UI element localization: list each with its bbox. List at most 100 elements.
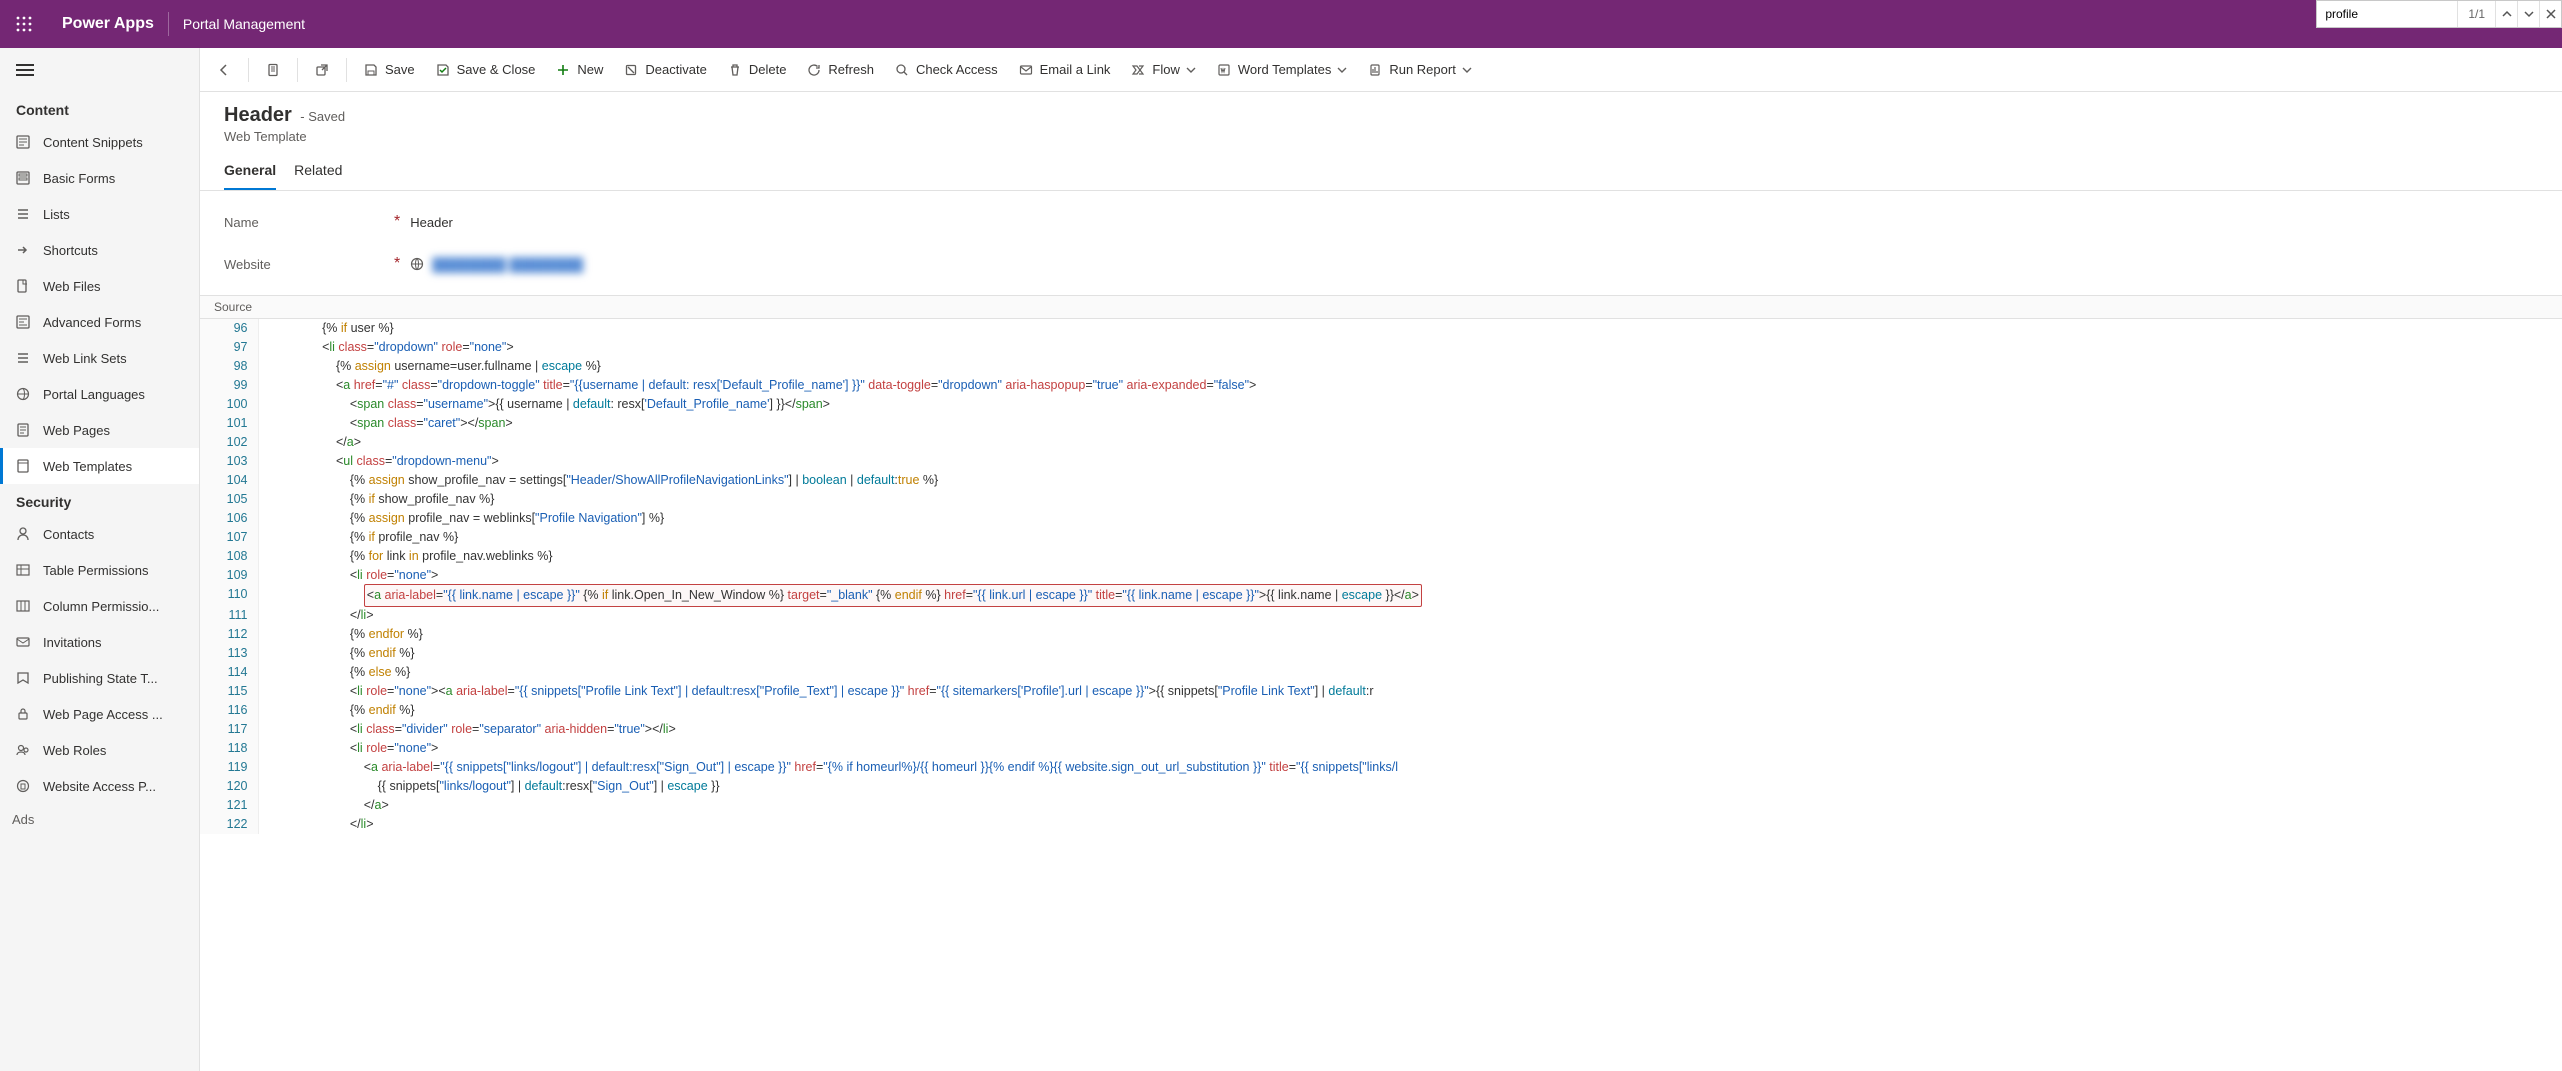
gutter-line-number[interactable]: 111 <box>200 606 258 625</box>
sidebar-item-web-templates[interactable]: Web Templates <box>0 448 199 484</box>
code-line[interactable]: {% for link in profile_nav.weblinks %} <box>258 547 2562 566</box>
delete-button[interactable]: Delete <box>719 54 795 86</box>
gutter-line-number[interactable]: 118 <box>200 739 258 758</box>
code-line[interactable]: {% assign username=user.fullname | escap… <box>258 357 2562 376</box>
code-line[interactable]: <a aria-label="{{ snippets["links/logout… <box>258 758 2562 777</box>
find-input[interactable] <box>2317 1 2457 27</box>
gutter-line-number[interactable]: 104 <box>200 471 258 490</box>
sidebar-item-basic-forms[interactable]: Basic Forms <box>0 160 199 196</box>
gutter-line-number[interactable]: 105 <box>200 490 258 509</box>
code-line[interactable]: {% if show_profile_nav %} <box>258 490 2562 509</box>
gutter-line-number[interactable]: 101 <box>200 414 258 433</box>
app-name[interactable]: Power Apps <box>48 15 168 33</box>
flow-button[interactable]: Flow <box>1122 54 1203 86</box>
code-line[interactable]: {% if profile_nav %} <box>258 528 2562 547</box>
tab-general[interactable]: General <box>224 156 276 190</box>
code-editor[interactable]: 96 {% if user %}97 <li class="dropdown" … <box>200 319 2562 1071</box>
open-new-window-button[interactable] <box>306 54 338 86</box>
gutter-line-number[interactable]: 100 <box>200 395 258 414</box>
code-line[interactable]: {% if user %} <box>258 319 2562 338</box>
open-record-set-button[interactable] <box>257 54 289 86</box>
gutter-line-number[interactable]: 113 <box>200 644 258 663</box>
code-line[interactable]: {% assign show_profile_nav = settings["H… <box>258 471 2562 490</box>
gutter-line-number[interactable]: 107 <box>200 528 258 547</box>
new-button[interactable]: New <box>547 54 611 86</box>
code-line[interactable]: <li class="divider" role="separator" ari… <box>258 720 2562 739</box>
run-report-button[interactable]: Run Report <box>1359 54 1479 86</box>
sidebar-item-table-permissions[interactable]: Table Permissions <box>0 552 199 588</box>
sidebar-item-web-pages[interactable]: Web Pages <box>0 412 199 448</box>
source-tab[interactable]: Source <box>200 295 2562 319</box>
code-line[interactable]: {% endif %} <box>258 701 2562 720</box>
gutter-line-number[interactable]: 99 <box>200 376 258 395</box>
sidebar-item-web-files[interactable]: Web Files <box>0 268 199 304</box>
gutter-line-number[interactable]: 122 <box>200 815 258 834</box>
save-button[interactable]: Save <box>355 54 423 86</box>
gutter-line-number[interactable]: 116 <box>200 701 258 720</box>
gutter-line-number[interactable]: 110 <box>200 585 258 606</box>
gutter-line-number[interactable]: 109 <box>200 566 258 585</box>
sidebar-item-invitations[interactable]: Invitations <box>0 624 199 660</box>
word-templates-button[interactable]: Word Templates <box>1208 54 1355 86</box>
sidebar-item-web-roles[interactable]: Web Roles <box>0 732 199 768</box>
code-line[interactable]: <li role="none"><a aria-label="{{ snippe… <box>258 682 2562 701</box>
gutter-line-number[interactable]: 97 <box>200 338 258 357</box>
code-line[interactable]: </a> <box>258 433 2562 452</box>
hamburger-icon[interactable] <box>0 48 199 92</box>
code-line[interactable]: <a aria-label="{{ link.name | escape }}"… <box>258 585 2562 606</box>
sidebar-item-web-link-sets[interactable]: Web Link Sets <box>0 340 199 376</box>
gutter-line-number[interactable]: 114 <box>200 663 258 682</box>
code-line[interactable]: </li> <box>258 606 2562 625</box>
code-line[interactable]: <li class="dropdown" role="none"> <box>258 338 2562 357</box>
website-field[interactable]: ████████ ████████ <box>410 257 583 272</box>
code-line[interactable]: <li role="none"> <box>258 566 2562 585</box>
code-line[interactable]: {{ snippets["links/logout"] | default:re… <box>258 777 2562 796</box>
code-line[interactable]: {% else %} <box>258 663 2562 682</box>
gutter-line-number[interactable]: 115 <box>200 682 258 701</box>
gutter-line-number[interactable]: 120 <box>200 777 258 796</box>
code-line[interactable]: </a> <box>258 796 2562 815</box>
deactivate-button[interactable]: Deactivate <box>615 54 714 86</box>
sidebar-item-website-access[interactable]: Website Access P... <box>0 768 199 804</box>
sidebar-item-portal-languages[interactable]: Portal Languages <box>0 376 199 412</box>
email-link-button[interactable]: Email a Link <box>1010 54 1119 86</box>
tab-related[interactable]: Related <box>294 156 342 190</box>
code-line[interactable]: <ul class="dropdown-menu"> <box>258 452 2562 471</box>
code-line[interactable]: <a href="#" class="dropdown-toggle" titl… <box>258 376 2562 395</box>
find-prev-icon[interactable] <box>2495 1 2517 27</box>
gutter-line-number[interactable]: 117 <box>200 720 258 739</box>
find-close-icon[interactable] <box>2539 1 2561 27</box>
code-line[interactable]: <li role="none"> <box>258 739 2562 758</box>
check-access-button[interactable]: Check Access <box>886 54 1006 86</box>
gutter-line-number[interactable]: 121 <box>200 796 258 815</box>
code-line[interactable]: <span class="caret"></span> <box>258 414 2562 433</box>
gutter-line-number[interactable]: 106 <box>200 509 258 528</box>
save-close-button[interactable]: Save & Close <box>427 54 544 86</box>
name-field[interactable]: Header <box>410 215 453 230</box>
gutter-line-number[interactable]: 96 <box>200 319 258 338</box>
area-name[interactable]: Portal Management <box>169 16 319 32</box>
gutter-line-number[interactable]: 98 <box>200 357 258 376</box>
gutter-line-number[interactable]: 103 <box>200 452 258 471</box>
sidebar-item-contacts[interactable]: Contacts <box>0 516 199 552</box>
sidebar-item-content-snippets[interactable]: Content Snippets <box>0 124 199 160</box>
sidebar-item-advanced-forms[interactable]: Advanced Forms <box>0 304 199 340</box>
gutter-line-number[interactable]: 108 <box>200 547 258 566</box>
back-button[interactable] <box>208 54 240 86</box>
refresh-button[interactable]: Refresh <box>798 54 882 86</box>
code-line[interactable]: {% endfor %} <box>258 625 2562 644</box>
sidebar-item-web-page-access[interactable]: Web Page Access ... <box>0 696 199 732</box>
sidebar-item-shortcuts[interactable]: Shortcuts <box>0 232 199 268</box>
sidebar-item-column-permissio[interactable]: Column Permissio... <box>0 588 199 624</box>
code-line[interactable]: {% assign profile_nav = weblinks["Profil… <box>258 509 2562 528</box>
sidebar-item-publishing-state[interactable]: Publishing State T... <box>0 660 199 696</box>
find-next-icon[interactable] <box>2517 1 2539 27</box>
code-line[interactable]: <span class="username">{{ username | def… <box>258 395 2562 414</box>
gutter-line-number[interactable]: 102 <box>200 433 258 452</box>
app-launcher-icon[interactable] <box>0 0 48 48</box>
sidebar-item-lists[interactable]: Lists <box>0 196 199 232</box>
code-line[interactable]: </li> <box>258 815 2562 834</box>
gutter-line-number[interactable]: 119 <box>200 758 258 777</box>
code-line[interactable]: {% endif %} <box>258 644 2562 663</box>
gutter-line-number[interactable]: 112 <box>200 625 258 644</box>
